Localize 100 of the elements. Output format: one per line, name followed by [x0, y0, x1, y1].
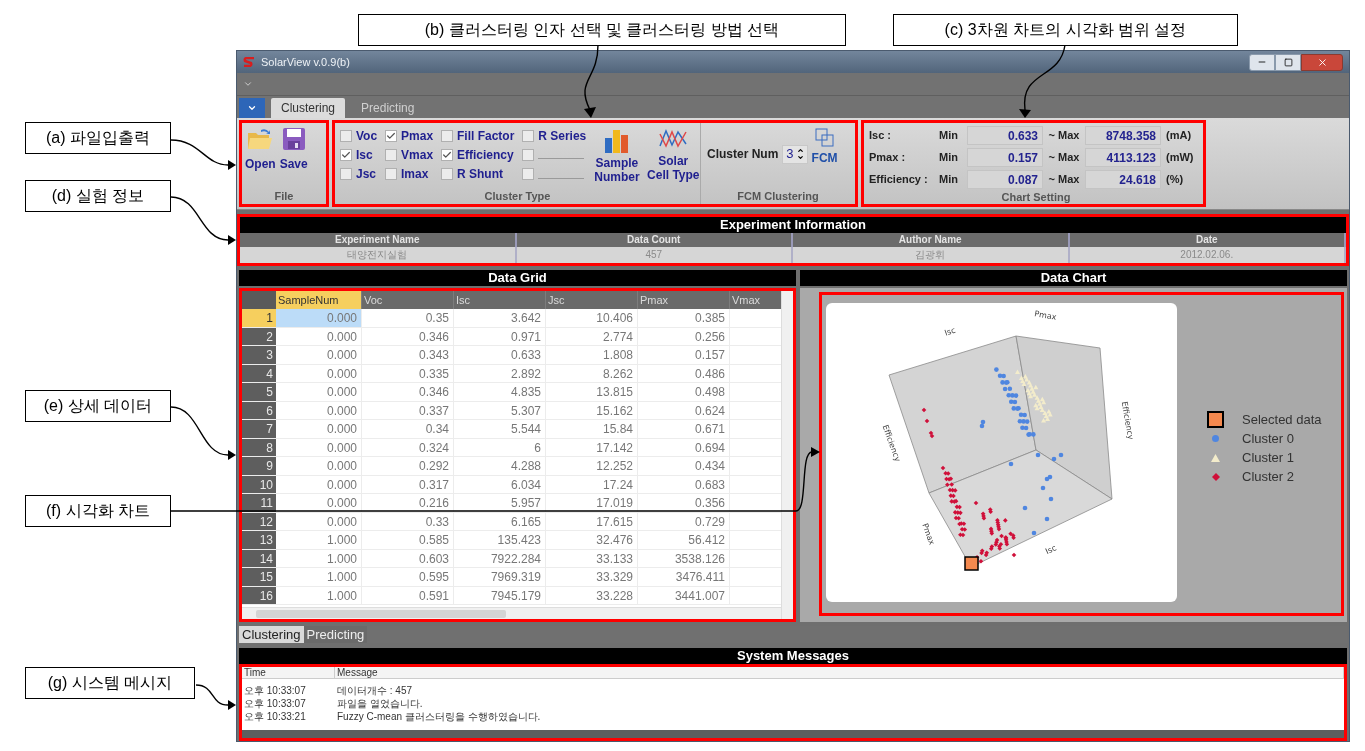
- chart-type-button[interactable]: Sample Number: [590, 126, 644, 184]
- table-cell: 0.346: [362, 327, 454, 345]
- grid-corner[interactable]: [242, 291, 276, 309]
- min-input[interactable]: 0.633: [967, 125, 1043, 145]
- max-input[interactable]: 24.618: [1085, 169, 1161, 189]
- table-cell: 0.434: [638, 457, 730, 475]
- max-label: ~ Max: [1047, 149, 1081, 165]
- overlapping-squares-icon: [813, 127, 836, 149]
- info-value: 태양전지실험: [240, 247, 517, 263]
- horizontal-scrollbar[interactable]: [242, 607, 781, 619]
- checkbox[interactable]: [522, 129, 535, 142]
- checkbox[interactable]: [441, 129, 453, 142]
- close-button[interactable]: [1301, 53, 1343, 71]
- table-cell: 13.815: [546, 383, 638, 401]
- row-header[interactable]: 7: [242, 420, 276, 438]
- callout-label: (e) 상세 데이터: [25, 390, 171, 422]
- checkbox-label: Pmax: [401, 127, 434, 145]
- column-header: Time: [242, 667, 335, 678]
- table-cell: 0.385: [638, 309, 730, 327]
- table-cell: 0.337: [362, 401, 454, 419]
- checkbox-label: Voc: [356, 127, 378, 145]
- checkbox[interactable]: [385, 168, 398, 181]
- checkbox[interactable]: [522, 168, 535, 181]
- scrollbar-thumb[interactable]: [256, 609, 506, 618]
- min-input[interactable]: 0.087: [967, 169, 1043, 189]
- table-cell: 0.633: [454, 346, 546, 364]
- table-cell: 6.165: [454, 512, 546, 530]
- table-cell: 0.486: [638, 364, 730, 382]
- minimize-button[interactable]: [1249, 53, 1275, 71]
- fcm-button[interactable]: FCM: [811, 127, 838, 167]
- legend-label: Selected data: [1242, 410, 1322, 429]
- check-icon: [442, 149, 452, 160]
- callout-label: (d) 실험 정보: [25, 180, 171, 212]
- maximize-button[interactable]: [1275, 53, 1301, 71]
- chart-type-button[interactable]: Solar Cell Type: [646, 126, 700, 184]
- view-tab[interactable]: Clustering: [239, 626, 304, 643]
- row-header[interactable]: 5: [242, 383, 276, 401]
- table-cell: 32.476: [546, 531, 638, 549]
- table-cell: 1.000: [276, 586, 362, 604]
- table-cell: 2.774: [546, 327, 638, 345]
- table-cell: 12.252: [546, 457, 638, 475]
- row-header[interactable]: 15: [242, 568, 276, 586]
- checkbox[interactable]: [340, 129, 352, 142]
- checkbox[interactable]: [441, 148, 453, 161]
- table-cell: 10.406: [546, 309, 638, 327]
- table-cell: 6: [454, 438, 546, 456]
- column-header: Jsc: [546, 291, 638, 309]
- callout-label: (f) 시각화 차트: [25, 495, 171, 527]
- checkbox[interactable]: [385, 129, 398, 142]
- checkbox[interactable]: [522, 148, 535, 161]
- table-cell: 0.671: [638, 420, 730, 438]
- max-input[interactable]: 4113.123: [1085, 147, 1161, 167]
- max-input[interactable]: 8748.358: [1085, 125, 1161, 145]
- view-tab[interactable]: Predicting: [303, 626, 368, 643]
- row-header[interactable]: 13: [242, 531, 276, 549]
- min-label: Min: [939, 149, 959, 165]
- table-cell: 5.544: [454, 420, 546, 438]
- folder-icon: [247, 127, 274, 151]
- min-input[interactable]: 0.157: [967, 147, 1043, 167]
- file-button[interactable]: Save: [279, 127, 308, 173]
- table-cell: 3.642: [454, 309, 546, 327]
- table-cell: 0.591: [362, 586, 454, 604]
- application-menu-button[interactable]: [239, 98, 265, 118]
- section-title: System Messages: [239, 648, 1347, 664]
- unit-label: (%): [1166, 171, 1184, 187]
- unit-label: (mW): [1166, 149, 1194, 165]
- cluster-num-spinner[interactable]: 3: [782, 144, 808, 164]
- section-title: Data Chart: [800, 270, 1347, 286]
- message-time: 오후 10:33:21: [243, 710, 307, 723]
- checkbox[interactable]: [340, 168, 352, 181]
- row-header[interactable]: 3: [242, 346, 276, 364]
- checkbox[interactable]: [340, 148, 352, 161]
- legend-label: Cluster 2: [1242, 467, 1295, 486]
- table-cell: 135.423: [454, 531, 546, 549]
- table-cell: 0.585: [362, 531, 454, 549]
- checkbox[interactable]: [441, 168, 453, 181]
- checkbox-label: Jsc: [356, 166, 377, 184]
- table-cell: 1.808: [546, 346, 638, 364]
- table-cell: 15.84: [546, 420, 638, 438]
- table-cell: 0.000: [276, 401, 362, 419]
- ribbon-tab[interactable]: Predicting: [351, 98, 425, 118]
- table-cell: 0.157: [638, 346, 730, 364]
- table-cell: 4.288: [454, 457, 546, 475]
- axis-label: Pmax: [920, 522, 937, 547]
- app-logo-icon: [243, 57, 255, 67]
- customize-dropdown-icon[interactable]: [243, 79, 253, 89]
- callout-arrow: [170, 196, 236, 245]
- table-cell: 0.346: [362, 383, 454, 401]
- ribbon-tab[interactable]: Clustering: [271, 98, 346, 118]
- table-cell: 1.000: [276, 568, 362, 586]
- checkbox[interactable]: [385, 148, 398, 161]
- table-cell: 0.317: [362, 475, 454, 493]
- row-header[interactable]: 9: [242, 457, 276, 475]
- callout-arrow: [195, 684, 236, 710]
- row-header[interactable]: 1: [242, 309, 276, 327]
- vertical-scrollbar[interactable]: [781, 291, 793, 619]
- table-cell: 33.228: [546, 586, 638, 604]
- message-time: 오후 10:33:07: [243, 684, 307, 697]
- legend-label: Cluster 0: [1242, 429, 1295, 448]
- file-button[interactable]: Open: [245, 127, 276, 173]
